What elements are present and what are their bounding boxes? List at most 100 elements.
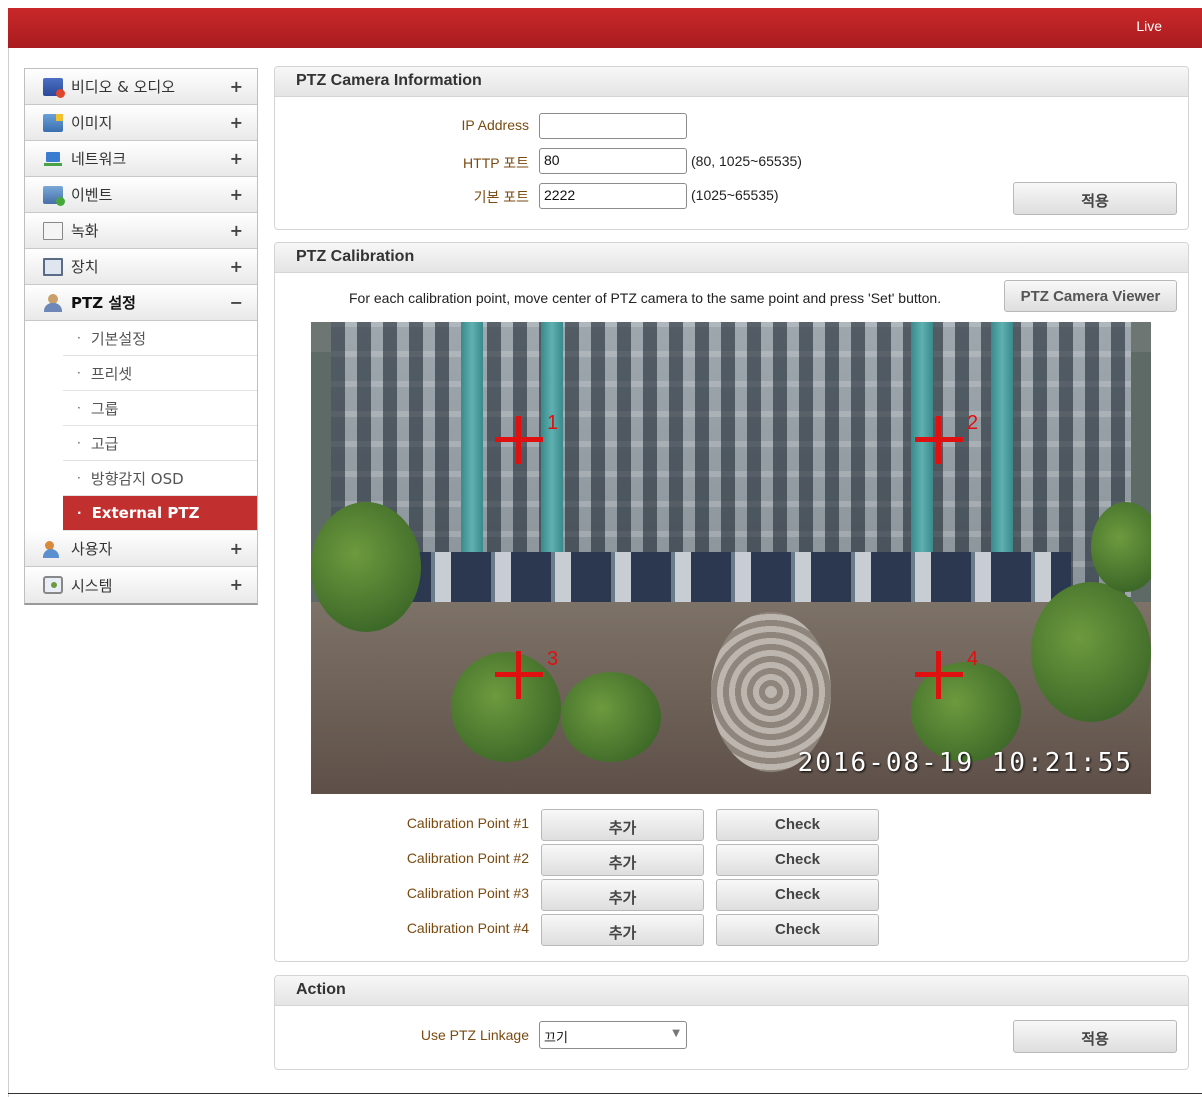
bullet-icon: · xyxy=(77,471,81,485)
bullet-icon: · xyxy=(77,506,82,520)
sidebar-item-image[interactable]: 이미지 + xyxy=(25,105,257,141)
sidebar-subitem-external-ptz[interactable]: · External PTZ xyxy=(63,496,257,531)
sidebar-item-label: 녹화 xyxy=(71,222,99,240)
ptz-linkage-value: 끄기 xyxy=(544,1031,568,1046)
sidebar-item-label: 사용자 xyxy=(71,540,113,558)
expand-plus-icon[interactable]: + xyxy=(230,539,243,558)
calibration-point-label: Calibration Point #4 xyxy=(406,920,529,936)
sidebar-subitem-basic[interactable]: · 기본설정 xyxy=(63,321,257,356)
http-port-hint: (80, 1025~65535) xyxy=(691,153,802,169)
check-button-label: Check xyxy=(774,816,821,833)
sidebar-subitem-direction-osd[interactable]: · 방향감지 OSD xyxy=(63,461,257,496)
apply-button-label: 적용 xyxy=(1081,193,1109,210)
user-icon xyxy=(43,540,63,558)
sidebar-item-label: 비디오 & 오디오 xyxy=(71,78,176,96)
sidebar-item-label: 장치 xyxy=(71,258,99,276)
calibration-point-4-check-button[interactable]: Check xyxy=(716,914,879,946)
add-button-label: 추가 xyxy=(608,820,637,837)
calibration-marker-2 xyxy=(915,416,963,464)
tree xyxy=(311,502,421,632)
sidebar-item-network[interactable]: 네트워크 + xyxy=(25,141,257,177)
base-port-hint: (1025~65535) xyxy=(691,187,779,203)
sidebar-item-ptz-settings[interactable]: PTZ 설정 − xyxy=(25,285,257,321)
viewer-button-label: PTZ Camera Viewer xyxy=(1020,288,1161,305)
apply-button-label: 적용 xyxy=(1081,1031,1109,1048)
ptz-linkage-label: Use PTZ Linkage xyxy=(420,1027,529,1043)
http-port-input[interactable]: 80 xyxy=(539,148,687,174)
sidebar-item-device[interactable]: 장치 + xyxy=(25,249,257,285)
sidebar-subitem-group[interactable]: · 그룹 xyxy=(63,391,257,426)
panel-title: PTZ Calibration xyxy=(275,243,1188,273)
sidebar-item-record[interactable]: 녹화 + xyxy=(25,213,257,249)
top-bar: Live xyxy=(8,8,1202,48)
bullet-icon: · xyxy=(77,436,81,450)
calibration-marker-1 xyxy=(495,416,543,464)
expand-plus-icon[interactable]: + xyxy=(230,185,243,204)
tree xyxy=(561,672,661,762)
expand-plus-icon[interactable]: + xyxy=(230,113,243,132)
marker-number: 4 xyxy=(967,648,979,670)
live-link[interactable]: Live xyxy=(1136,18,1162,34)
bullet-icon: · xyxy=(77,331,81,345)
calibration-marker-3 xyxy=(495,651,543,699)
page-border xyxy=(8,48,9,1097)
check-button-label: Check xyxy=(774,851,821,868)
calibration-point-label: Calibration Point #2 xyxy=(406,850,529,866)
base-port-input[interactable]: 2222 xyxy=(539,183,687,209)
calibration-point-1-add-button[interactable]: 추가 xyxy=(541,809,704,841)
apply-button[interactable]: 적용 xyxy=(1013,182,1177,215)
add-button-label: 추가 xyxy=(608,855,637,872)
sidebar-item-event[interactable]: 이벤트 + xyxy=(25,177,257,213)
sidebar-subitem-advanced[interactable]: · 고급 xyxy=(63,426,257,461)
page-bottom-border xyxy=(8,1093,1202,1094)
calibration-point-2-add-button[interactable]: 추가 xyxy=(541,844,704,876)
network-icon xyxy=(43,150,63,168)
calibration-point-3-add-button[interactable]: 추가 xyxy=(541,879,704,911)
marker-number: 1 xyxy=(547,412,559,434)
calibration-point-4-add-button[interactable]: 추가 xyxy=(541,914,704,946)
event-icon xyxy=(43,185,65,206)
sidebar-item-label: 이미지 xyxy=(71,114,113,132)
ptz-camera-viewer-button[interactable]: PTZ Camera Viewer xyxy=(1004,280,1177,312)
panel-title: PTZ Camera Information xyxy=(275,67,1188,97)
sidebar: 비디오 & 오디오 + 이미지 + 네트워크 + 이벤트 + 녹화 + 장치 +… xyxy=(24,68,258,605)
camera-storefronts xyxy=(391,552,1071,602)
action-apply-button[interactable]: 적용 xyxy=(1013,1020,1177,1053)
calibration-marker-4 xyxy=(915,651,963,699)
sidebar-item-user[interactable]: 사용자 + xyxy=(25,531,257,567)
expand-plus-icon[interactable]: + xyxy=(230,149,243,168)
camera-view[interactable]: 1 2 3 4 2016-08-19 10:21:55 xyxy=(311,322,1151,794)
calibration-point-1-check-button[interactable]: Check xyxy=(716,809,879,841)
calibration-point-2-check-button[interactable]: Check xyxy=(716,844,879,876)
video-audio-icon xyxy=(43,77,65,98)
ip-address-input[interactable] xyxy=(539,113,687,139)
action-panel: Action Use PTZ Linkage 끄기 ▼ 적용 xyxy=(274,975,1189,1070)
expand-plus-icon[interactable]: + xyxy=(230,221,243,240)
http-port-label: HTTP 포트 xyxy=(463,155,529,171)
bullet-icon: · xyxy=(77,401,81,415)
sidebar-item-label: 이벤트 xyxy=(71,186,113,204)
calibration-point-3-check-button[interactable]: Check xyxy=(716,879,879,911)
sidebar-subitem-label: External PTZ xyxy=(91,504,200,522)
expand-plus-icon[interactable]: + xyxy=(230,77,243,96)
panel-title: Action xyxy=(275,976,1188,1006)
ip-address-label: IP Address xyxy=(461,117,529,133)
collapse-minus-icon[interactable]: − xyxy=(230,293,243,312)
marker-number: 3 xyxy=(547,648,559,670)
ptz-linkage-select[interactable]: 끄기 ▼ xyxy=(539,1021,687,1049)
sidebar-item-label: 시스템 xyxy=(71,576,113,595)
sidebar-subitem-label: 프리셋 xyxy=(90,364,133,383)
bullet-icon: · xyxy=(77,366,81,380)
tree xyxy=(1031,582,1151,722)
record-icon xyxy=(43,221,63,240)
expand-plus-icon[interactable]: + xyxy=(230,257,243,276)
sidebar-item-video-audio[interactable]: 비디오 & 오디오 + xyxy=(25,69,257,105)
add-button-label: 추가 xyxy=(608,890,637,907)
expand-plus-icon[interactable]: + xyxy=(230,575,243,594)
sidebar-item-label: PTZ 설정 xyxy=(71,294,136,312)
image-icon xyxy=(43,113,63,132)
marker-number: 2 xyxy=(967,412,979,434)
check-button-label: Check xyxy=(774,886,821,903)
sidebar-item-system[interactable]: 시스템 + xyxy=(25,567,257,603)
sidebar-subitem-preset[interactable]: · 프리셋 xyxy=(63,356,257,391)
